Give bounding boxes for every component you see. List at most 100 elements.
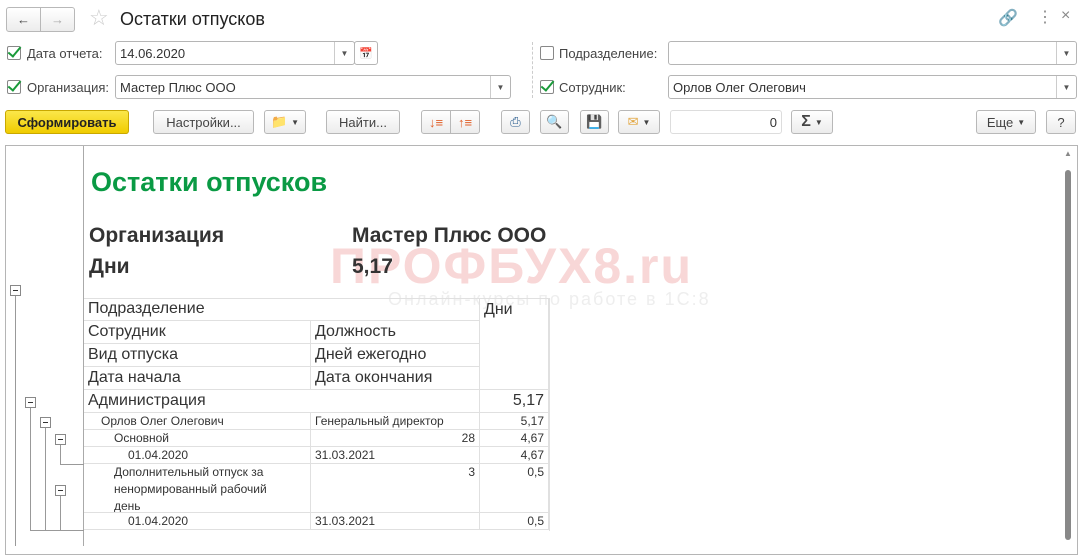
- emp-days: 5,17: [480, 413, 549, 430]
- back-button[interactable]: ←: [6, 7, 41, 32]
- leave1-per-year: 28: [311, 430, 480, 447]
- save-icon: 💾: [586, 114, 603, 129]
- period1-end: 31.03.2021: [311, 447, 480, 464]
- sum-field[interactable]: 0: [670, 110, 782, 134]
- header-end-date: Дата окончания: [311, 367, 480, 390]
- chevron-down-icon: ▼: [291, 117, 300, 127]
- report-title: Остатки отпусков: [91, 167, 328, 197]
- divider: [532, 42, 533, 98]
- printer-icon: ⎙: [510, 114, 521, 129]
- variants-button[interactable]: 📁 ▼: [264, 110, 306, 134]
- table-right-border: [549, 298, 550, 531]
- help-button[interactable]: ?: [1046, 110, 1076, 134]
- header-leave-type: Вид отпуска: [84, 344, 311, 367]
- generate-button[interactable]: Сформировать: [5, 110, 129, 134]
- header-days: Дни: [480, 298, 549, 390]
- collapse-report-icon[interactable]: [10, 285, 21, 296]
- org-label: Организация: [89, 224, 225, 247]
- organization-checkbox[interactable]: [7, 80, 21, 94]
- period2-days: 0,5: [480, 513, 549, 530]
- collapse-employee-icon[interactable]: [40, 417, 51, 428]
- chevron-down-icon: ▼: [1017, 117, 1026, 127]
- link-icon[interactable]: 🔗: [998, 8, 1018, 28]
- chevron-down-icon[interactable]: ▼: [1056, 42, 1076, 64]
- tree-line: [60, 445, 61, 464]
- period1-start: 01.04.2020: [84, 447, 311, 464]
- favorite-star-icon[interactable]: ☆: [89, 5, 109, 31]
- find-button[interactable]: Найти...: [326, 110, 400, 134]
- report-date-label: Дата отчета:: [27, 46, 103, 61]
- employee-label: Сотрудник:: [559, 80, 626, 95]
- more-menu-icon[interactable]: ⋮: [1037, 7, 1053, 27]
- chevron-down-icon: ▼: [642, 117, 651, 127]
- tree-line: [60, 496, 61, 530]
- header-days-per-year: Дней ежегодно: [311, 344, 480, 367]
- tree-line: [30, 530, 84, 531]
- days-value: 5,17: [352, 255, 393, 278]
- department-label: Подразделение:: [559, 46, 658, 61]
- period2-end: 31.03.2021: [311, 513, 480, 530]
- settings-button[interactable]: Настройки...: [153, 110, 254, 134]
- organization-field[interactable]: Мастер Плюс ООО ▼: [115, 75, 511, 99]
- chevron-down-icon[interactable]: ▼: [1056, 76, 1076, 98]
- leave2-days: 0,5: [480, 464, 549, 513]
- tree-line: [60, 464, 84, 465]
- more-label: Еще: [986, 114, 1014, 130]
- sigma-icon: Σ: [801, 113, 811, 130]
- org-value: Мастер Плюс ООО: [352, 224, 547, 247]
- header-position: Должность: [311, 321, 480, 344]
- chevron-down-icon[interactable]: ▼: [490, 76, 510, 98]
- print-button[interactable]: ⎙: [501, 110, 530, 134]
- organization-label: Организация:: [27, 80, 110, 95]
- more-button[interactable]: Еще ▼: [976, 110, 1036, 134]
- report-date-field[interactable]: 14.06.2020 ▼: [115, 41, 355, 65]
- period2-start: 01.04.2020: [84, 513, 311, 530]
- period1-days: 4,67: [480, 447, 549, 464]
- collapse-leave1-icon[interactable]: [55, 434, 66, 445]
- employee-field[interactable]: Орлов Олег Олегович ▼: [668, 75, 1077, 99]
- sum-value: 0: [769, 114, 777, 130]
- send-email-button[interactable]: ✉ ▼: [618, 110, 660, 134]
- header-department: Подразделение: [84, 298, 480, 321]
- chevron-down-icon[interactable]: ▼: [334, 42, 354, 64]
- tree-line: [45, 428, 46, 530]
- leave1-days: 4,67: [480, 430, 549, 447]
- folder-icon: 📁: [270, 114, 288, 129]
- save-button[interactable]: 💾: [580, 110, 609, 134]
- collapse-leave2-icon[interactable]: [55, 485, 66, 496]
- report-date-checkbox[interactable]: [7, 46, 21, 60]
- leave1-name: Основной: [84, 430, 311, 447]
- emp-position: Генеральный директор: [311, 413, 480, 430]
- department-field[interactable]: ▼: [668, 41, 1077, 65]
- leave2-name: Дополнительный отпуск за ненормированный…: [84, 464, 311, 513]
- sort-desc-icon: ↓≡: [428, 114, 444, 130]
- forward-button[interactable]: →: [40, 7, 75, 32]
- envelope-icon: ✉: [627, 114, 639, 129]
- sort-asc-button[interactable]: ↑≡: [450, 110, 480, 134]
- preview-button[interactable]: 🔍: [540, 110, 569, 134]
- scroll-up-icon[interactable]: ▲: [1064, 149, 1072, 158]
- emp-name: Орлов Олег Олегович: [84, 413, 311, 430]
- preview-icon: 🔍: [546, 114, 563, 129]
- close-icon[interactable]: ×: [1061, 7, 1070, 25]
- employee-value: Орлов Олег Олегович: [673, 79, 806, 95]
- days-label: Дни: [89, 255, 130, 278]
- sum-mode-button[interactable]: Σ ▼: [791, 110, 833, 134]
- dept-days: 5,17: [480, 390, 549, 413]
- leave2-per-year: 3: [311, 464, 480, 513]
- organization-value: Мастер Плюс ООО: [120, 79, 236, 95]
- tree-line: [30, 408, 31, 530]
- employee-checkbox[interactable]: [540, 80, 554, 94]
- window-title: Остатки отпусков: [120, 9, 265, 29]
- sort-desc-button[interactable]: ↓≡: [421, 110, 451, 134]
- report-date-value: 14.06.2020: [120, 45, 186, 61]
- calendar-button[interactable]: 📅: [354, 41, 378, 65]
- collapse-dept-icon[interactable]: [25, 397, 36, 408]
- scrollbar[interactable]: [1065, 170, 1071, 540]
- sort-asc-icon: ↑≡: [457, 114, 473, 130]
- header-start-date: Дата начала: [84, 367, 311, 390]
- header-employee: Сотрудник: [84, 321, 311, 344]
- dept-name: Администрация: [84, 390, 480, 413]
- department-checkbox[interactable]: [540, 46, 554, 60]
- tree-line: [15, 296, 16, 546]
